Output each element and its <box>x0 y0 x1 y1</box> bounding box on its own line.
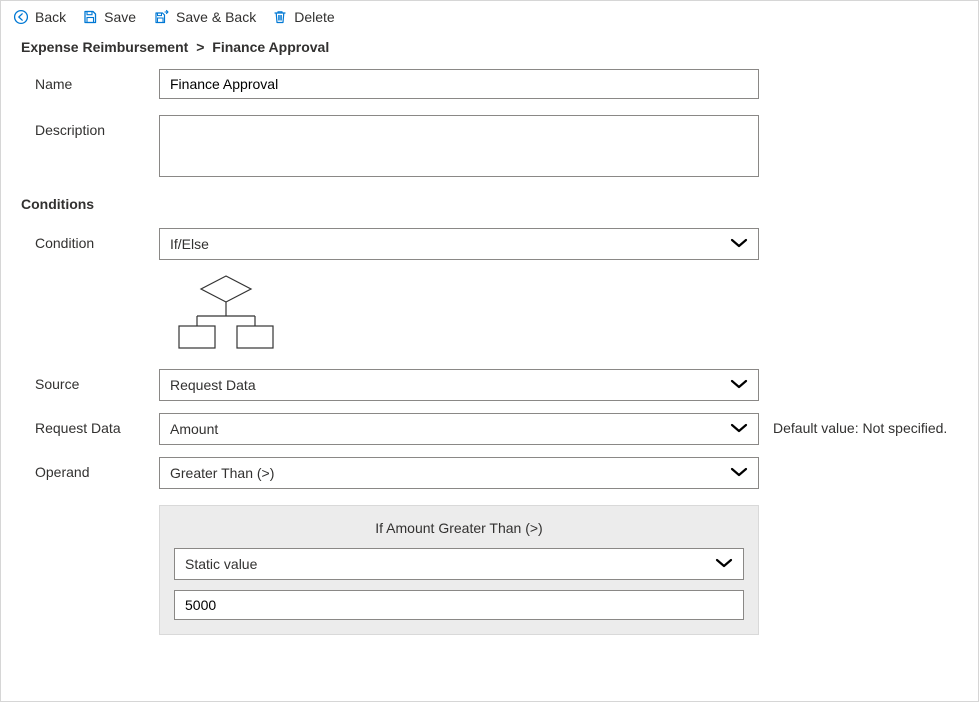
source-row: Source Request Data <box>35 369 958 401</box>
description-row: Description <box>35 115 958 180</box>
back-arrow-circle-icon <box>13 9 29 25</box>
description-label: Description <box>35 115 159 138</box>
chevron-down-icon <box>730 236 748 252</box>
static-value-input[interactable] <box>174 590 744 620</box>
source-value: Request Data <box>170 377 256 393</box>
condition-label: Condition <box>35 228 159 251</box>
trash-icon <box>272 9 288 25</box>
operand-value: Greater Than (>) <box>170 465 274 481</box>
floppy-disk-icon <box>82 9 98 25</box>
request-data-row: Request Data Amount Default value: Not s… <box>35 413 958 445</box>
value-type-select[interactable]: Static value <box>174 548 744 580</box>
ifelse-diagram <box>151 272 958 355</box>
operand-label: Operand <box>35 457 159 480</box>
form-area: Name Description Conditions Condition If… <box>1 69 978 655</box>
condition-panel-title: If Amount Greater Than (>) <box>174 520 744 536</box>
conditions-heading: Conditions <box>21 196 958 212</box>
save-label: Save <box>104 9 136 25</box>
floppy-disk-arrow-icon <box>152 9 170 25</box>
condition-panel: If Amount Greater Than (>) Static value <box>159 505 759 635</box>
breadcrumb: Expense Reimbursement > Finance Approval <box>1 35 978 69</box>
save-button[interactable]: Save <box>82 9 136 25</box>
request-data-label: Request Data <box>35 413 159 436</box>
delete-label: Delete <box>294 9 334 25</box>
value-type-value: Static value <box>185 556 257 572</box>
chevron-down-icon <box>715 556 733 572</box>
condition-select[interactable]: If/Else <box>159 228 759 260</box>
chevron-down-icon <box>730 421 748 437</box>
source-label: Source <box>35 369 159 392</box>
operand-row: Operand Greater Than (>) <box>35 457 958 489</box>
breadcrumb-current: Finance Approval <box>212 39 329 55</box>
operand-select[interactable]: Greater Than (>) <box>159 457 759 489</box>
breadcrumb-separator: > <box>196 39 204 55</box>
chevron-down-icon <box>730 377 748 393</box>
request-data-note: Default value: Not specified. <box>759 413 947 436</box>
save-and-back-button[interactable]: Save & Back <box>152 9 256 25</box>
request-data-select[interactable]: Amount <box>159 413 759 445</box>
back-button[interactable]: Back <box>13 9 66 25</box>
request-data-value: Amount <box>170 421 218 437</box>
condition-row: Condition If/Else <box>35 228 958 260</box>
delete-button[interactable]: Delete <box>272 9 334 25</box>
chevron-down-icon <box>730 465 748 481</box>
breadcrumb-parent[interactable]: Expense Reimbursement <box>21 39 188 55</box>
condition-value: If/Else <box>170 236 209 252</box>
source-select[interactable]: Request Data <box>159 369 759 401</box>
name-label: Name <box>35 69 159 92</box>
toolbar: Back Save Save & Back <box>1 1 978 35</box>
name-row: Name <box>35 69 958 99</box>
description-input[interactable] <box>159 115 759 177</box>
back-label: Back <box>35 9 66 25</box>
name-input[interactable] <box>159 69 759 99</box>
save-back-label: Save & Back <box>176 9 256 25</box>
editor-frame: Back Save Save & Back <box>0 0 979 702</box>
